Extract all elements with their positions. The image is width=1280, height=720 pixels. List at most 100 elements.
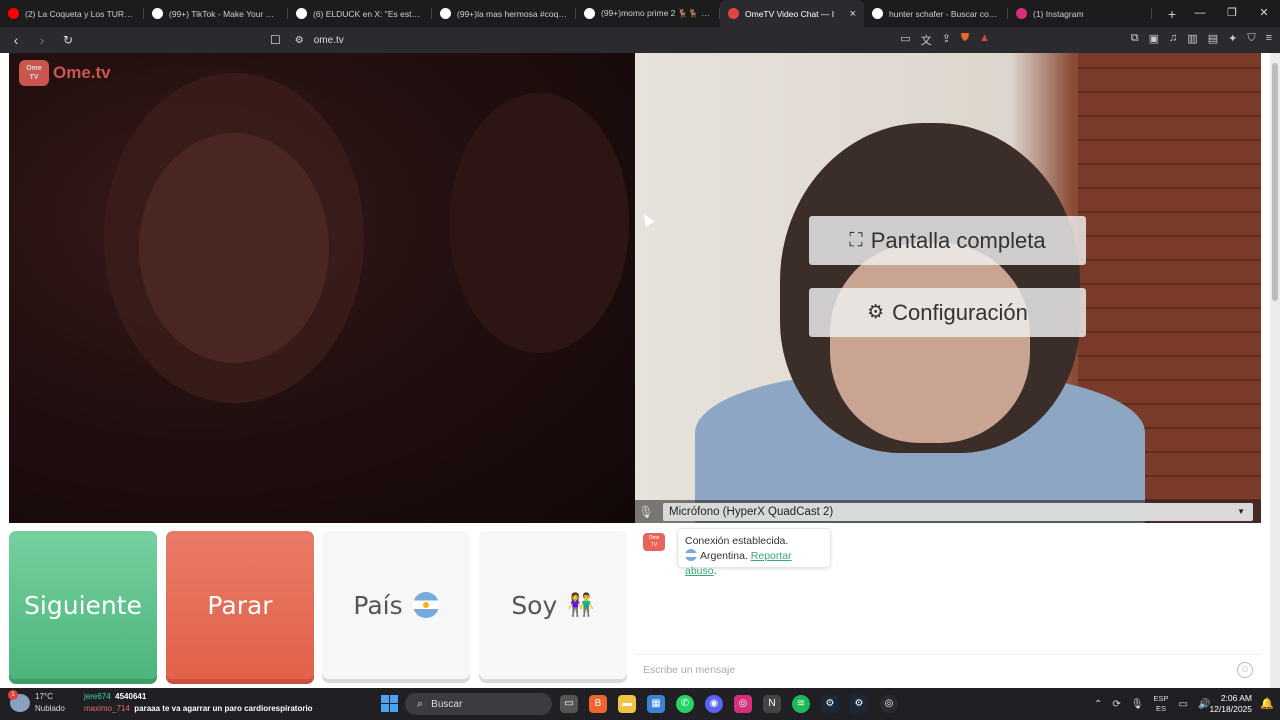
mic-tray-icon[interactable]: 🎙 (1131, 699, 1144, 710)
spotify-icon[interactable]: ≋ (792, 695, 810, 713)
close-window-button[interactable]: ✕ (1248, 0, 1280, 27)
file-explorer-icon[interactable]: ▬ (618, 695, 636, 713)
whatsapp-icon[interactable]: ✆ (676, 695, 694, 713)
chevron-up-icon[interactable]: ⌃ (1094, 699, 1102, 710)
instagram-icon[interactable]: ◎ (734, 695, 752, 713)
address-actions: ▭ 文 ⇪ ⛊ ▲ (900, 32, 990, 48)
site-settings-icon[interactable]: ⚙ (295, 35, 304, 46)
gender-button[interactable]: Soy 👫 (479, 531, 627, 679)
browser-tab[interactable]: (1) Instagram (1008, 0, 1152, 27)
new-tab-button[interactable]: + (1160, 6, 1184, 22)
x-icon (296, 8, 307, 19)
microphone-bar: 🎙 Micrófono (HyperX QuadCast 2) ▼ (635, 500, 1261, 523)
next-button[interactable]: Siguiente (9, 531, 157, 679)
close-tab-icon[interactable]: × (850, 8, 856, 20)
stream-chat-overlay: jere674 4540641 maximo_714 paraaa te va … (84, 692, 313, 713)
translate-icon[interactable]: 文 (921, 32, 932, 48)
ometv-logo: Ome TV Ome.tv (19, 60, 111, 86)
bookmark-icon[interactable]: ☐ (270, 33, 281, 47)
obs-icon[interactable]: ◎ (880, 695, 898, 713)
message-input[interactable]: Escribe un mensaje ☺ (635, 654, 1261, 684)
chevron-down-icon: ▼ (1237, 507, 1245, 516)
share-icon[interactable]: ⇪ (942, 32, 951, 48)
settings-button[interactable]: ⚙ Configuración (809, 288, 1086, 337)
brave-rewards-icon[interactable]: ▲ (979, 32, 990, 48)
chat-panel: Ome TV Conexión establecida. Argentina. R… (635, 523, 1261, 688)
menu-icon[interactable]: ≡ (1266, 32, 1272, 45)
extensions-area: ⧉ ▣ ♫ ▥ ▤ ✦ ⛉ ≡ (1131, 32, 1272, 45)
window-controls: — ❐ ✕ (1184, 0, 1280, 27)
task-view-icon[interactable]: ▭ (560, 695, 578, 713)
back-icon[interactable]: ‹ (6, 32, 26, 48)
sync-icon[interactable]: ⟳ (1112, 699, 1120, 710)
address-bar[interactable]: ☐ ⚙ ome.tv ▭ 文 ⇪ ⛊ ▲ (270, 30, 990, 50)
page-scrollbar[interactable] (1270, 53, 1280, 688)
browser-tab[interactable]: (99+)momo prime 2 🦌🦌 #fc (576, 0, 720, 27)
store-icon[interactable]: ▦ (647, 695, 665, 713)
steam-alt-icon[interactable]: ⚙ (850, 695, 868, 713)
gear-icon: ⚙ (867, 302, 885, 323)
brave-browser-icon[interactable]: B (589, 695, 607, 713)
windows-taskbar: 1 17°C Nublado jere674 4540641 maximo_714… (0, 688, 1280, 720)
emoji-icon[interactable]: ☺ (1237, 661, 1253, 678)
taskbar-clock[interactable]: 2:06 AM 12/18/2025 (1209, 693, 1252, 715)
instagram-icon (1016, 8, 1027, 19)
browser-toolbar: ‹ › ↻ ☐ ⚙ ome.tv ▭ 文 ⇪ ⛊ ▲ ⧉ ▣ ♫ ▥ ▤ ✦ ⛉… (0, 27, 1280, 53)
fullscreen-button[interactable]: ⛶ Pantalla completa (809, 216, 1086, 265)
ometv-chat-logo-icon: Ome TV (643, 533, 665, 551)
ometv-page: Ome TV Ome.tv ⛶ Pantalla completa ⚙ Confi… (0, 53, 1270, 688)
browser-tab[interactable]: (99+)la mas hermosa #coqueta (432, 0, 576, 27)
tab-title: OmeTV Video Chat — I (745, 8, 835, 19)
discord-icon[interactable]: ◉ (705, 695, 723, 713)
reload-icon[interactable]: ↻ (58, 33, 78, 47)
tab-title: (2) La Coqueta y Los TURROS e (25, 8, 136, 19)
record-icon (728, 8, 739, 19)
tabs-container: (2) La Coqueta y Los TURROS e (99+) TikTo… (0, 0, 1152, 27)
music-icon[interactable]: ♫ (1169, 32, 1177, 45)
ometv-logo-icon: Ome TV (19, 60, 49, 86)
remote-video: Ome TV Ome.tv (9, 53, 635, 523)
taskbar-search[interactable]: ⌕ Buscar (405, 693, 552, 715)
maximize-button[interactable]: ❐ (1216, 0, 1248, 27)
tab-title: hunter schafer - Buscar con Go (889, 8, 1000, 19)
screenshot-icon[interactable]: ▣ (1149, 32, 1159, 45)
google-icon (872, 8, 883, 19)
windows-start-icon[interactable] (381, 695, 398, 712)
steam-icon[interactable]: ⚙ (821, 695, 839, 713)
sidebar-icon[interactable]: ▥ (1187, 32, 1197, 45)
connection-status: Conexión establecida. (685, 535, 789, 547)
notion-icon[interactable]: N (763, 695, 781, 713)
vpn-icon[interactable]: ⛉ (1247, 32, 1255, 45)
browser-tab[interactable]: (99+) TikTok - Make Your Day (144, 0, 288, 27)
cast-icon[interactable]: ▭ (900, 32, 910, 48)
url-text[interactable]: ome.tv (314, 35, 344, 46)
leo-icon[interactable]: ✦ (1228, 32, 1237, 45)
tiktok-icon (152, 8, 163, 19)
system-tray: ⌃ ⟳ 🎙 ESP ES ▭ 🔊 (1094, 688, 1210, 720)
weather-widget[interactable]: 1 17°C Nublado (8, 690, 65, 715)
brave-shield-icon[interactable]: ⛊ (961, 32, 969, 48)
country-button[interactable]: País (322, 531, 470, 679)
notification-bell-icon[interactable]: 🔔 (1260, 697, 1274, 710)
tab-title: (99+)la mas hermosa #coqueta (457, 8, 568, 19)
argentina-flag-icon (412, 592, 439, 618)
tab-title: (99+)momo prime 2 🦌🦌 #fc (601, 8, 712, 18)
search-icon: ⌕ (417, 697, 424, 710)
fullscreen-icon: ⛶ (849, 229, 863, 251)
display-icon[interactable]: ▭ (1179, 699, 1188, 710)
wallet-icon[interactable]: ▤ (1208, 32, 1218, 45)
browser-tab[interactable]: (2) La Coqueta y Los TURROS e (0, 0, 144, 27)
tab-title: (1) Instagram (1033, 8, 1084, 19)
tab-title: (6) ELDUCK en X: "Es este? Kjah (313, 8, 424, 19)
language-indicator[interactable]: ESP ES (1153, 694, 1168, 714)
browser-tab[interactable]: hunter schafer - Buscar con Go (864, 0, 1008, 27)
browser-tab[interactable]: OmeTV Video Chat — I × (720, 0, 864, 27)
browser-tab[interactable]: (6) ELDUCK en X: "Es este? Kjah (288, 0, 432, 27)
tiktok-icon (584, 8, 595, 19)
microphone-select[interactable]: Micrófono (HyperX QuadCast 2) ▼ (663, 502, 1253, 521)
stop-button[interactable]: Parar (166, 531, 314, 679)
extensions-icon[interactable]: ⧉ (1131, 32, 1139, 45)
partner-country: Argentina. Reportar abuso. (685, 549, 792, 577)
minimize-button[interactable]: — (1184, 0, 1216, 27)
forward-icon[interactable]: › (32, 32, 52, 48)
